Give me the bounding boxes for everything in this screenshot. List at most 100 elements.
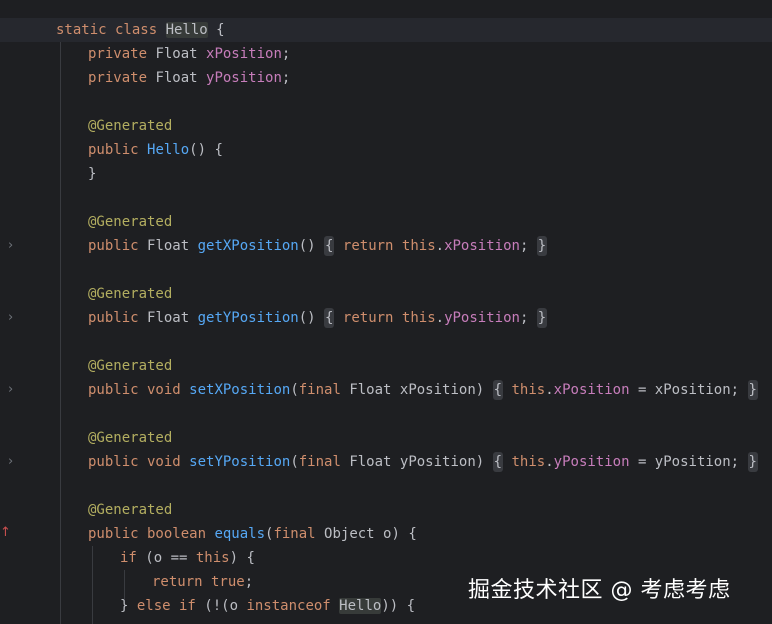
code-token: this <box>503 382 546 398</box>
code-token: else if <box>136 598 205 614</box>
code-editor[interactable]: static class Hello {private Float xPosit… <box>0 0 772 624</box>
code-line[interactable] <box>0 474 772 498</box>
code-text: @Generated <box>88 210 172 234</box>
code-line[interactable] <box>0 330 772 354</box>
code-line[interactable]: @Generated <box>0 282 772 306</box>
code-line[interactable]: @Generated <box>0 210 772 234</box>
code-token: getYPosition <box>197 310 299 326</box>
code-token: () { <box>189 142 223 158</box>
code-token: instanceof <box>246 598 340 614</box>
code-token: () <box>298 238 325 254</box>
code-token: @Generated <box>88 286 173 302</box>
chevron-right-icon[interactable]: › <box>8 306 18 330</box>
code-token: public boolean <box>88 526 215 542</box>
code-token: @Generated <box>88 118 173 134</box>
code-token: { <box>324 236 335 256</box>
watermark: 掘金技术社区 @ 考虑考虑 <box>468 578 731 603</box>
code-line[interactable]: public boolean equals(final Object o) {↑ <box>0 522 772 546</box>
code-token: yPosition <box>206 70 282 86</box>
code-token: yPosition <box>553 454 630 470</box>
code-token: public <box>88 310 148 326</box>
code-token: Hello <box>165 22 208 38</box>
code-line[interactable]: public Float getYPosition() { return thi… <box>0 306 772 330</box>
chevron-right-icon[interactable]: › <box>8 234 18 258</box>
code-token: setYPosition <box>189 454 291 470</box>
chevron-right-icon[interactable]: › <box>8 450 18 474</box>
code-text: public Float getXPosition() { return thi… <box>88 234 548 258</box>
code-line[interactable]: if (o == this) { <box>0 546 772 570</box>
code-token: @Generated <box>88 214 173 230</box>
code-token: { <box>492 452 504 472</box>
code-line[interactable] <box>0 186 772 210</box>
code-token: yPosition <box>444 310 520 326</box>
code-token: } <box>536 308 548 328</box>
code-token: xPosition <box>553 382 630 398</box>
code-text: @Generated <box>88 354 172 378</box>
code-token: final <box>298 382 350 398</box>
code-token: () <box>298 310 325 326</box>
code-token: } <box>88 166 97 182</box>
code-token: Float yPosition) <box>349 454 493 470</box>
code-token: (o == <box>145 550 196 566</box>
code-token: Float <box>147 310 198 326</box>
code-token: Float <box>147 238 198 254</box>
code-token: static class <box>56 22 166 38</box>
code-token: { <box>492 380 504 400</box>
code-text: @Generated <box>88 114 172 138</box>
code-text: public Float getYPosition() { return thi… <box>88 306 548 330</box>
code-line[interactable]: private Float yPosition; <box>0 66 772 90</box>
chevron-right-icon[interactable]: › <box>8 378 18 402</box>
indent-guide <box>60 42 61 624</box>
code-line[interactable]: public Hello() { <box>0 138 772 162</box>
code-token: } <box>747 380 758 400</box>
code-token: = yPosition; <box>629 454 748 470</box>
code-token: setXPosition <box>189 382 291 398</box>
code-token: { <box>324 308 335 328</box>
code-token: ; <box>244 574 254 590</box>
code-token: ; <box>519 238 537 254</box>
code-line[interactable] <box>0 402 772 426</box>
code-text: public void setYPosition(final Float yPo… <box>88 450 758 474</box>
code-token: this <box>503 454 546 470</box>
code-text: } else if (!(o instanceof Hello)) { <box>120 594 415 618</box>
indent-guide <box>92 546 93 624</box>
code-text: return true; <box>152 570 253 594</box>
code-line[interactable]: public void setXPosition(final Float xPo… <box>0 378 772 402</box>
code-token: ; <box>281 46 291 62</box>
code-line[interactable]: public void setYPosition(final Float yPo… <box>0 450 772 474</box>
code-token: Float xPosition) <box>349 382 493 398</box>
code-token: final <box>273 526 325 542</box>
code-token: Float <box>155 46 207 62</box>
code-token: @Generated <box>88 430 173 446</box>
override-arrow-icon[interactable]: ↑ <box>0 522 11 546</box>
code-token: } <box>536 236 548 256</box>
code-token: Hello <box>339 598 382 614</box>
code-token: . <box>435 310 445 326</box>
code-token: @Generated <box>88 358 173 374</box>
code-line[interactable]: @Generated <box>0 354 772 378</box>
code-token: . <box>545 454 554 470</box>
code-text: @Generated <box>88 426 172 450</box>
code-token: { <box>207 22 225 38</box>
code-token: public void <box>88 382 190 398</box>
code-token: = xPosition; <box>629 382 748 398</box>
code-line[interactable]: @Generated <box>0 114 772 138</box>
code-text: @Generated <box>88 498 172 522</box>
code-line[interactable] <box>0 90 772 114</box>
code-line[interactable]: @Generated <box>0 426 772 450</box>
code-line[interactable]: } <box>0 162 772 186</box>
code-line[interactable]: @Generated <box>0 498 772 522</box>
code-line[interactable]: static class Hello { <box>0 18 772 42</box>
code-text: private Float xPosition; <box>88 42 290 66</box>
code-line[interactable] <box>0 258 772 282</box>
code-token: ) { <box>229 550 255 566</box>
code-text: public Hello() { <box>88 138 223 162</box>
code-text: public void setXPosition(final Float xPo… <box>88 378 758 402</box>
code-token: ; <box>519 310 537 326</box>
code-line[interactable]: public Float getXPosition() { return thi… <box>0 234 772 258</box>
code-token: this <box>401 310 436 326</box>
code-token: this <box>195 550 230 566</box>
code-token: ( <box>290 454 299 470</box>
code-token: return true <box>152 574 245 590</box>
code-line[interactable]: private Float xPosition; <box>0 42 772 66</box>
